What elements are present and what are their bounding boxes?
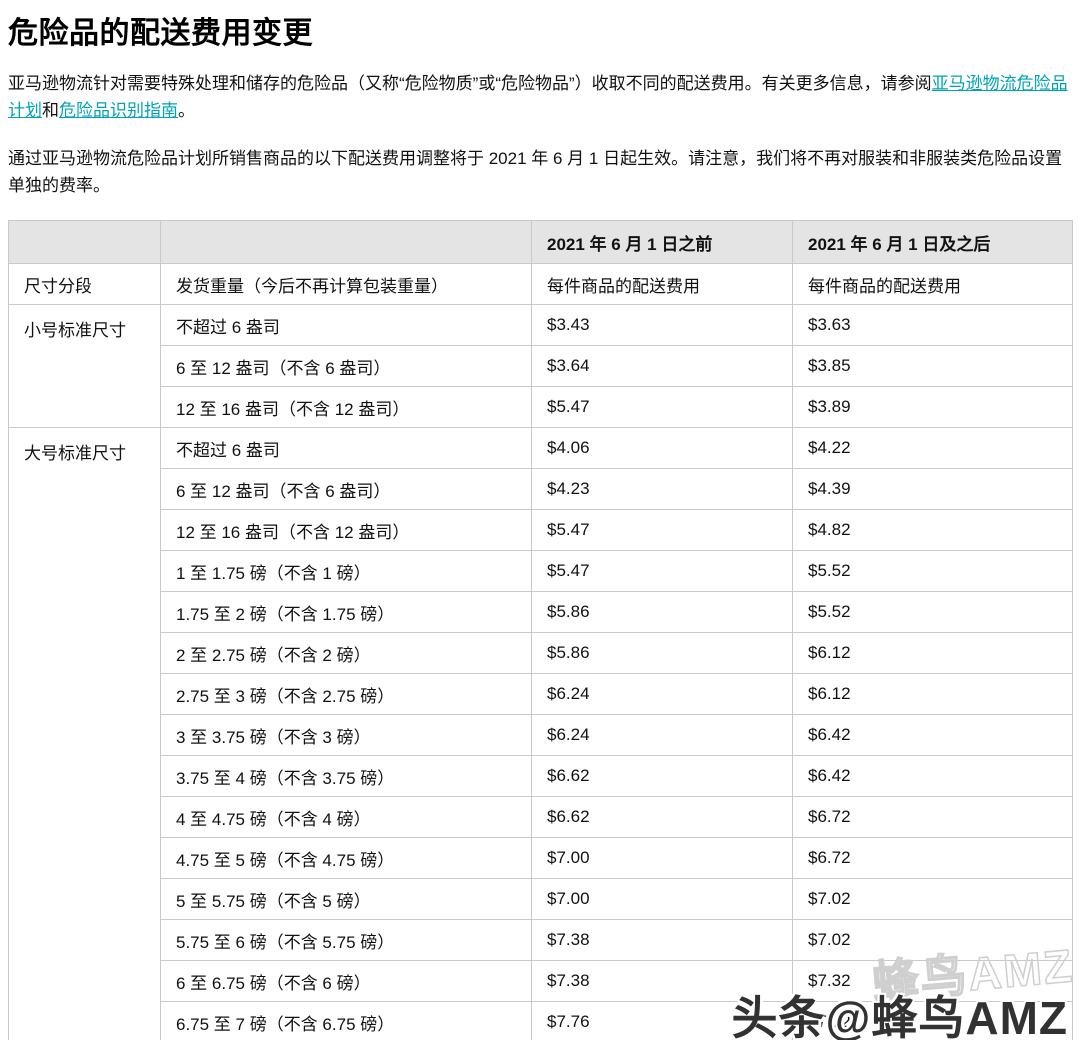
fee-table-row: 2 至 2.75 磅（不含 2 磅）$5.86$6.12 [9,633,1073,674]
fee-after-cell: $7.02 [793,920,1073,961]
dangerous-goods-fee-table: 2021 年 6 月 1 日之前 2021 年 6 月 1 日及之后 尺寸分段 … [8,220,1073,1040]
fee-before-cell: $7.00 [532,879,793,920]
fee-table-row: 4 至 4.75 磅（不含 4 磅）$6.62$6.72 [9,797,1073,838]
shipping-weight-cell: 5 至 5.75 磅（不含 5 磅） [161,879,532,920]
fee-after-cell: $6.72 [793,838,1073,879]
fee-after-cell: $4.39 [793,469,1073,510]
shipping-weight-cell: 6 至 6.75 磅（不含 6 磅） [161,961,532,1002]
effective-date-paragraph: 通过亚马逊物流危险品计划所销售商品的以下配送费用调整将于 2021 年 6 月 … [8,145,1072,199]
fee-after-cell: $6.42 [793,715,1073,756]
shipping-weight-cell: 2 至 2.75 磅（不含 2 磅） [161,633,532,674]
fee-before-cell: $7.76 [532,1002,793,1040]
fee-before-cell: $5.47 [532,551,793,592]
fee-before-cell: $3.64 [532,346,793,387]
fee-table-row: 3 至 3.75 磅（不含 3 磅）$6.24$6.42 [9,715,1073,756]
fee-table-row: 6 至 12 盎司（不含 6 盎司）$3.64$3.85 [9,346,1073,387]
fee-before-cell: $7.00 [532,838,793,879]
fee-table-row: 1.75 至 2 磅（不含 1.75 磅）$5.86$5.52 [9,592,1073,633]
fee-before-cell: $3.43 [532,305,793,346]
fee-table-row: 6 至 6.75 磅（不含 6 磅）$7.38$7.32 [9,961,1073,1002]
fee-table-row: 12 至 16 盎司（不含 12 盎司）$5.47$3.89 [9,387,1073,428]
fee-before-cell: $6.62 [532,797,793,838]
fee-before-cell: $4.06 [532,428,793,469]
shipping-weight-cell: 1.75 至 2 磅（不含 1.75 磅） [161,592,532,633]
fee-after-cell: $3.85 [793,346,1073,387]
fee-after-cell: $6.42 [793,756,1073,797]
shipping-weight-cell: 2.75 至 3 磅（不含 2.75 磅） [161,674,532,715]
fee-before-cell: $5.47 [532,510,793,551]
shipping-weight-cell: 4 至 4.75 磅（不含 4 磅） [161,797,532,838]
header-empty-cell [161,221,532,264]
fee-after-cell: $3.63 [793,305,1073,346]
shipping-weight-cell: 3.75 至 4 磅（不含 3.75 磅） [161,756,532,797]
shipping-weight-cell: 不超过 6 盎司 [161,305,532,346]
fee-after-cell: $6.72 [793,797,1073,838]
fee-after-cell: $6.12 [793,674,1073,715]
table-header-dates-row: 2021 年 6 月 1 日之前 2021 年 6 月 1 日及之后 [9,221,1073,264]
fee-table-row: 5.75 至 6 磅（不含 5.75 磅）$7.38$7.02 [9,920,1073,961]
shipping-weight-cell: 6 至 12 盎司（不含 6 盎司） [161,346,532,387]
fee-after-cell: $4.82 [793,510,1073,551]
fee-after-cell: $6.12 [793,633,1073,674]
fee-before-cell: $5.86 [532,592,793,633]
header-empty-cell [9,221,161,264]
fee-table-row: 3.75 至 4 磅（不含 3.75 磅）$6.62$6.42 [9,756,1073,797]
header-size-tier: 尺寸分段 [9,264,161,305]
size-tier-cell: 大号标准尺寸 [9,428,161,1040]
shipping-weight-cell: 1 至 1.75 磅（不含 1 磅） [161,551,532,592]
shipping-weight-cell: 6 至 12 盎司（不含 6 盎司） [161,469,532,510]
header-after-date: 2021 年 6 月 1 日及之后 [793,221,1073,264]
table-header-labels-row: 尺寸分段 发货重量（今后不再计算包装重量） 每件商品的配送费用 每件商品的配送费… [9,264,1073,305]
shipping-weight-cell: 不超过 6 盎司 [161,428,532,469]
fee-after-cell: $7.02 [793,879,1073,920]
page-title: 危险品的配送费用变更 [8,0,1072,52]
intro-conjunction: 和 [42,101,59,120]
fee-after-cell: $5.52 [793,551,1073,592]
header-fee-per-unit-after: 每件商品的配送费用 [793,264,1073,305]
fee-table-row: 2.75 至 3 磅（不含 2.75 磅）$6.24$6.12 [9,674,1073,715]
fee-before-cell: $6.24 [532,674,793,715]
fee-before-cell: $7.38 [532,920,793,961]
link-dangerous-goods-identification-guide[interactable]: 危险品识别指南 [59,101,178,120]
header-before-date: 2021 年 6 月 1 日之前 [532,221,793,264]
fee-table-row: 5 至 5.75 磅（不含 5 磅）$7.00$7.02 [9,879,1073,920]
fee-after-cell: $3.89 [793,387,1073,428]
shipping-weight-cell: 4.75 至 5 磅（不含 4.75 磅） [161,838,532,879]
article-page: 危险品的配送费用变更 亚马逊物流针对需要特殊处理和储存的危险品（又称“危险物质”… [0,0,1080,1040]
shipping-weight-cell: 12 至 16 盎司（不含 12 盎司） [161,510,532,551]
fee-before-cell: $6.62 [532,756,793,797]
size-tier-cell: 小号标准尺寸 [9,305,161,428]
header-fee-per-unit-before: 每件商品的配送费用 [532,264,793,305]
fee-table-row: 12 至 16 盎司（不含 12 盎司）$5.47$4.82 [9,510,1073,551]
shipping-weight-cell: 6.75 至 7 磅（不含 6.75 磅） [161,1002,532,1040]
fee-before-cell: $7.38 [532,961,793,1002]
fee-table-row: 4.75 至 5 磅（不含 4.75 磅）$7.00$6.72 [9,838,1073,879]
fee-after-cell: $5.52 [793,592,1073,633]
fee-before-cell: $5.47 [532,387,793,428]
fee-table-row: 大号标准尺寸不超过 6 盎司$4.06$4.22 [9,428,1073,469]
fee-before-cell: $4.23 [532,469,793,510]
fee-table-row: 6.75 至 7 磅（不含 6.75 磅）$7.76$7.32 [9,1002,1073,1040]
header-shipping-weight: 发货重量（今后不再计算包装重量） [161,264,532,305]
intro-paragraph: 亚马逊物流针对需要特殊处理和储存的危险品（又称“危险物质”或“危险物品”）收取不… [8,70,1072,124]
intro-period: 。 [178,101,195,120]
fee-before-cell: $5.86 [532,633,793,674]
fee-table-row: 6 至 12 盎司（不含 6 盎司）$4.23$4.39 [9,469,1073,510]
intro-text: 亚马逊物流针对需要特殊处理和储存的危险品（又称“危险物质”或“危险物品”）收取不… [8,74,932,93]
shipping-weight-cell: 12 至 16 盎司（不含 12 盎司） [161,387,532,428]
fee-after-cell: $4.22 [793,428,1073,469]
shipping-weight-cell: 5.75 至 6 磅（不含 5.75 磅） [161,920,532,961]
fee-after-cell: $7.32 [793,1002,1073,1040]
fee-table-row: 小号标准尺寸不超过 6 盎司$3.43$3.63 [9,305,1073,346]
fee-table-row: 1 至 1.75 磅（不含 1 磅）$5.47$5.52 [9,551,1073,592]
shipping-weight-cell: 3 至 3.75 磅（不含 3 磅） [161,715,532,756]
fee-before-cell: $6.24 [532,715,793,756]
fee-after-cell: $7.32 [793,961,1073,1002]
